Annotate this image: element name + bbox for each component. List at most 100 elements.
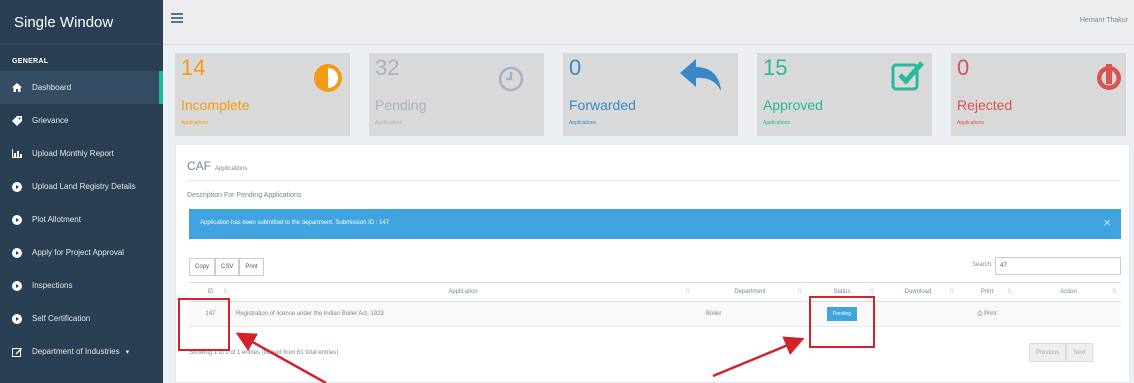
panel-subtitle: Applications (215, 166, 248, 172)
stat-tile-incomplete[interactable]: 14 Incomplete Applications (175, 53, 350, 136)
stat-sublabel: Applications (569, 120, 596, 126)
home-icon (11, 82, 23, 94)
stat-count: 0 (957, 55, 970, 80)
applications-table: ID ⇅ Application ⇅ Department ⇅ Status ⇅ Dow… (189, 282, 1121, 327)
csv-button[interactable]: CSV (215, 258, 240, 276)
app-title[interactable]: Single Window (0, 0, 163, 45)
edit-icon (11, 346, 23, 358)
annotation-box-id (178, 298, 230, 351)
sidebar-item-label: Upload Monthly Report (32, 149, 114, 158)
stat-label: Pending (375, 97, 427, 113)
stat-sublabel: Applications (375, 120, 402, 126)
panel-title: CAF Applications (187, 159, 248, 173)
success-alert: Application has been submitted to the de… (189, 209, 1121, 239)
table-header-row: ID ⇅ Application ⇅ Department ⇅ Status ⇅ Dow… (189, 282, 1121, 302)
sidebar-item-upload-land-registry[interactable]: Upload Land Registry Details (0, 170, 163, 203)
column-header-department[interactable]: Department ⇅ (694, 282, 806, 302)
half-circle-icon (314, 64, 342, 92)
power-icon (1097, 64, 1121, 90)
user-name[interactable]: Hemant Thakur (1080, 17, 1128, 24)
stat-tile-forwarded[interactable]: 0 Forwarded Applications (563, 53, 738, 136)
stat-sublabel: Applications (181, 120, 208, 126)
alert-message: Application has been submitted to the de… (200, 220, 390, 226)
sidebar-item-self-certification[interactable]: Self Certification (0, 302, 163, 335)
table-row: 147 Registration of license under the In… (189, 301, 1121, 327)
sort-icon: ⇅ (1006, 289, 1012, 295)
menu-toggle-icon[interactable] (171, 13, 183, 23)
sidebar-item-plot-allotment[interactable]: Plot Allotment (0, 203, 163, 236)
panel-description: Description For Pending Applications (187, 192, 302, 199)
sidebar-item-upload-monthly-report[interactable]: Upload Monthly Report (0, 137, 163, 170)
sidebar-item-inspections[interactable]: Inspections (0, 269, 163, 302)
column-header-application[interactable]: Application ⇅ (232, 282, 694, 302)
circle-icon (11, 181, 23, 193)
print-row-button[interactable]: ⎙ Print (978, 311, 997, 317)
sidebar: Single Window GENERAL Dashboard Grievanc… (0, 0, 163, 383)
top-navbar: Hemant Thakur (163, 0, 1134, 45)
sidebar-item-label: Dashboard (32, 83, 72, 92)
check-square-icon (891, 61, 924, 91)
circle-icon (11, 214, 23, 226)
sort-icon: ⇅ (1111, 289, 1117, 295)
sidebar-item-project-approval[interactable]: Apply for Project Approval (0, 236, 163, 269)
circle-icon (11, 280, 23, 292)
sidebar-item-dashboard[interactable]: Dashboard (0, 71, 163, 104)
close-icon[interactable]: × (1103, 215, 1111, 230)
chevron-down-icon: ▾ (125, 348, 130, 356)
stat-sublabel: Applications (957, 120, 984, 126)
sidebar-item-label: Inspections (32, 281, 73, 290)
next-button[interactable]: Next (1066, 343, 1093, 362)
circle-icon (11, 247, 23, 259)
pagination: Previous Next (1029, 343, 1093, 362)
previous-button[interactable]: Previous (1029, 343, 1067, 362)
cell-action (1016, 301, 1121, 327)
sidebar-item-label: Upload Land Registry Details (32, 182, 136, 191)
clock-icon (498, 66, 524, 92)
stat-count: 15 (763, 55, 788, 80)
sort-icon: ⇅ (684, 289, 690, 295)
cell-download (878, 301, 958, 327)
sort-icon: ⇅ (948, 289, 954, 295)
export-buttons: Copy CSV Print (189, 258, 264, 276)
reply-arrow-icon (680, 59, 721, 91)
sidebar-item-department-of-industries[interactable]: Department of Industries ▾ (0, 335, 163, 368)
sidebar-item-label: Self Certification (32, 314, 91, 323)
stat-tile-approved[interactable]: 15 Approved Applications (757, 53, 932, 136)
print-button[interactable]: Print (239, 258, 264, 276)
cell-print: ⎙ Print (958, 301, 1016, 327)
applications-panel: CAF Applications Description For Pending … (175, 144, 1130, 383)
column-header-action[interactable]: Action ⇅ (1016, 282, 1121, 302)
bar-chart-icon (11, 148, 23, 160)
stat-label: Incomplete (181, 97, 250, 113)
column-header-print[interactable]: Print ⇅ (958, 282, 1016, 302)
stat-label: Forwarded (569, 97, 636, 113)
stat-count: 0 (569, 55, 582, 80)
cell-department: Boiler (694, 301, 806, 327)
stat-sublabel: Applications (763, 120, 790, 126)
sidebar-item-label: Department of Industries (32, 347, 120, 356)
sort-icon: ⇅ (796, 289, 802, 295)
stat-tile-rejected[interactable]: 0 Rejected Applications (951, 53, 1126, 136)
copy-button[interactable]: Copy (189, 258, 216, 276)
circle-icon (11, 313, 23, 325)
sidebar-section-general: GENERAL (12, 58, 49, 65)
sidebar-item-grievance[interactable]: Grievance (0, 104, 163, 137)
stat-label: Rejected (957, 97, 1013, 113)
search-label: Search: (972, 262, 993, 268)
sidebar-item-label: Plot Allotment (32, 215, 81, 224)
cell-application: Registration of license under the Indian… (232, 301, 694, 327)
divider (187, 180, 1119, 181)
sidebar-item-label: Grievance (32, 116, 69, 125)
stat-label: Approved (763, 97, 823, 113)
sort-icon: ⇅ (868, 289, 874, 295)
stat-count: 14 (181, 55, 206, 80)
tag-icon (11, 115, 23, 127)
sort-icon: ⇅ (222, 289, 228, 295)
column-header-download[interactable]: Download ⇅ (878, 282, 958, 302)
search-input[interactable]: 47 (995, 257, 1121, 275)
printer-icon: ⎙ (977, 310, 983, 317)
annotation-box-status (809, 296, 875, 348)
sidebar-item-label: Apply for Project Approval (32, 248, 125, 257)
stat-tile-pending[interactable]: 32 Pending Applications (369, 53, 544, 136)
stat-count: 32 (375, 55, 400, 80)
